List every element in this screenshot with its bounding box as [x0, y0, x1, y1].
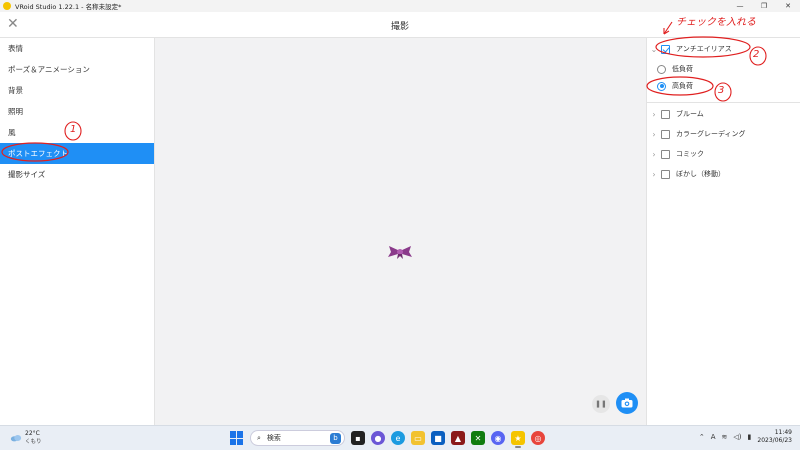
capture-button[interactable] [616, 392, 638, 414]
xbox-icon[interactable]: ✕ [471, 431, 485, 445]
pause-button[interactable]: ❚❚ [592, 395, 610, 413]
pause-icon: ❚❚ [595, 400, 607, 408]
sidebar-item-background[interactable]: 背景 [0, 80, 154, 101]
motion-blur-row[interactable]: › ぼかし（移動） [647, 165, 800, 183]
red-app-icon[interactable]: ▲ [451, 431, 465, 445]
discord-icon[interactable]: ◉ [491, 431, 505, 445]
tray-chevron-up-icon[interactable]: ⌃ [699, 433, 705, 441]
color-grading-checkbox[interactable] [661, 129, 670, 139]
window-title: VRoid Studio 1.22.1 - 名称未設定* [15, 3, 122, 11]
divider [647, 102, 800, 103]
post-effect-panel: ⌄ アンチエイリアス 低負荷 高負荷 › ブルーム › カラーグレーディング ›… [646, 38, 800, 425]
comic-row[interactable]: › コミック [647, 145, 800, 163]
weather-widget[interactable]: 22°C くもり [10, 430, 42, 445]
minimize-button[interactable]: — [728, 0, 752, 12]
vroid-app-icon [3, 2, 11, 10]
cloud-icon [10, 434, 22, 441]
close-window-button[interactable]: ✕ [776, 0, 800, 12]
annotation-marker-3: 3 [718, 85, 725, 96]
annotation-marker-2: 2 [753, 49, 760, 60]
viewport-canvas[interactable]: ❚❚ [155, 38, 646, 425]
volume-icon[interactable]: ◁) [733, 433, 741, 441]
low-load-label: 低負荷 [672, 65, 693, 73]
ime-indicator[interactable]: A [711, 433, 716, 441]
color-grading-row[interactable]: › カラーグレーディング [647, 125, 800, 143]
vroid-taskbar-icon[interactable]: ★ [511, 431, 525, 448]
taskbar: 22°C くもり ⌕ 検索 b ▪ ● e ▭ ■ ▲ ✕ ◉ ★ ◎ ⌃ A … [0, 425, 800, 450]
sidebar-item-wind[interactable]: 風 [0, 122, 154, 143]
antialias-checkbox[interactable] [661, 44, 670, 54]
chevron-right-icon[interactable]: › [647, 130, 661, 139]
bing-icon[interactable]: b [330, 433, 341, 444]
weather-desc: くもり [25, 439, 42, 445]
window-titlebar: VRoid Studio 1.22.1 - 名称未設定* — ❐ ✕ [0, 0, 800, 12]
taskbar-search[interactable]: ⌕ 検索 b [250, 430, 345, 446]
search-placeholder: 検索 [266, 434, 281, 442]
weather-temp: 22°C [25, 430, 40, 437]
bloom-row[interactable]: › ブルーム [647, 105, 800, 123]
chrome-icon[interactable]: ◎ [531, 431, 545, 445]
high-load-label: 高負荷 [672, 82, 693, 90]
character-model [387, 245, 413, 261]
motion-blur-label: ぼかし（移動） [676, 170, 725, 178]
low-load-radio[interactable] [657, 64, 666, 74]
sidebar-item-capture-size[interactable]: 撮影サイズ [0, 164, 154, 185]
wifi-icon[interactable]: ≋ [722, 433, 728, 441]
comic-checkbox[interactable] [661, 149, 670, 159]
high-load-radio[interactable] [657, 81, 666, 91]
sidebar: 表情 ポーズ＆アニメーション 背景 照明 風 ポストエフェクト 撮影サイズ [0, 38, 155, 425]
camera-icon [621, 398, 633, 408]
motion-blur-checkbox[interactable] [661, 169, 670, 179]
chevron-right-icon[interactable]: › [647, 150, 661, 159]
file-explorer-icon[interactable]: ▭ [411, 431, 425, 445]
sidebar-item-post-effect[interactable]: ポストエフェクト [0, 143, 154, 164]
sidebar-item-expression[interactable]: 表情 [0, 38, 154, 59]
chat-app-icon[interactable]: ● [371, 431, 385, 445]
chevron-down-icon[interactable]: ⌄ [647, 45, 661, 54]
store-app-icon[interactable]: ■ [431, 431, 445, 445]
search-icon: ⌕ [257, 433, 261, 442]
bloom-label: ブルーム [676, 110, 704, 118]
window-controls: — ❐ ✕ [728, 0, 800, 12]
clock-time: 11:49 [774, 429, 792, 436]
system-tray: ⌃ A ≋ ◁) ▮ 11:49 2023/06/23 [699, 429, 792, 445]
chevron-right-icon[interactable]: › [647, 170, 661, 179]
sidebar-item-lighting[interactable]: 照明 [0, 101, 154, 122]
edge-browser-icon[interactable]: e [391, 431, 405, 445]
antialias-row[interactable]: ⌄ アンチエイリアス [647, 40, 800, 58]
chevron-right-icon[interactable]: › [647, 110, 661, 119]
taskbar-apps: ⌕ 検索 b ▪ ● e ▭ ■ ▲ ✕ ◉ ★ ◎ [230, 430, 545, 448]
annotation-note: チェックを入れる [676, 17, 756, 28]
color-grading-label: カラーグレーディング [676, 130, 746, 138]
terminal-app-icon[interactable]: ▪ [351, 431, 365, 445]
clock-date: 2023/06/23 [757, 437, 792, 444]
quality-option-low[interactable]: 低負荷 [647, 60, 800, 78]
comic-label: コミック [676, 150, 704, 158]
sidebar-item-pose-animation[interactable]: ポーズ＆アニメーション [0, 59, 154, 80]
restore-button[interactable]: ❐ [752, 0, 776, 12]
windows-start-icon[interactable] [230, 431, 244, 445]
antialias-label: アンチエイリアス [676, 45, 732, 53]
bloom-checkbox[interactable] [661, 109, 670, 119]
battery-icon[interactable]: ▮ [748, 433, 752, 441]
annotation-marker-1: 1 [70, 124, 77, 135]
clock[interactable]: 11:49 2023/06/23 [757, 429, 792, 445]
